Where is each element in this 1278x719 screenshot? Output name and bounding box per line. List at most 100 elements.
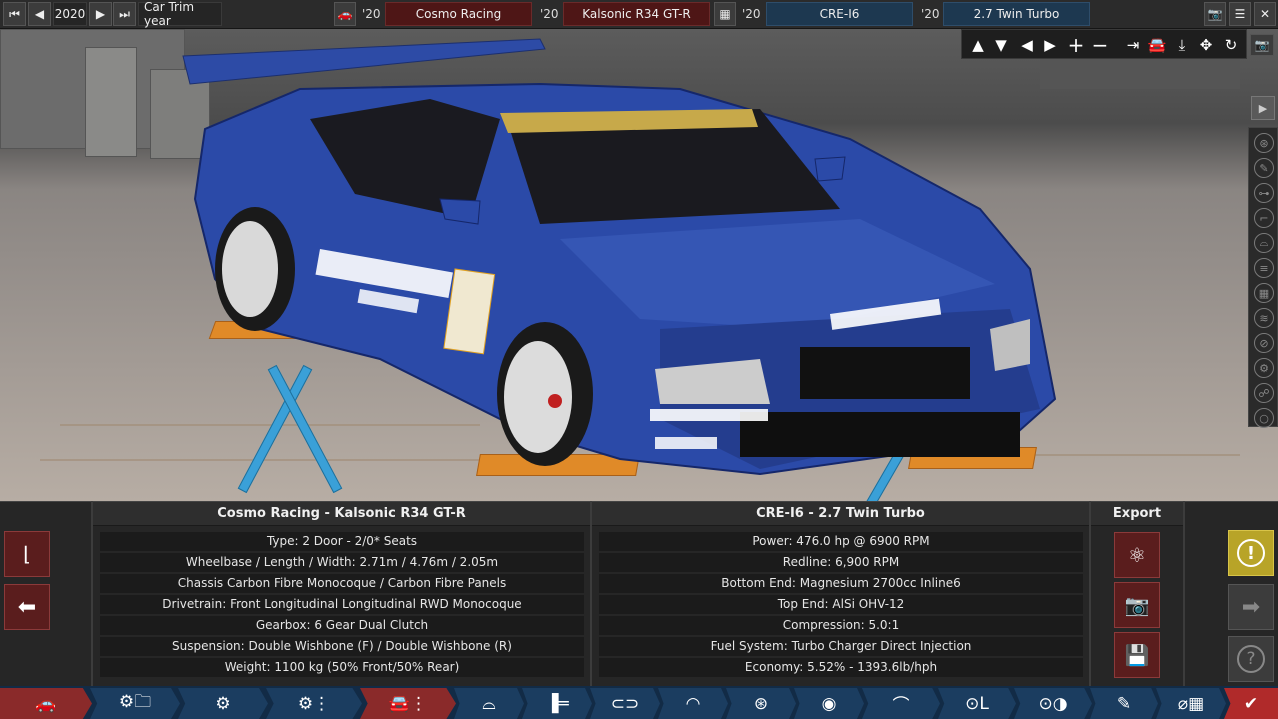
back-button[interactable]: ⬅ bbox=[4, 584, 50, 630]
arrow-down-icon[interactable]: ▼ bbox=[990, 34, 1012, 56]
year-prev-button[interactable]: ◀ bbox=[28, 2, 51, 26]
tab-engine-model[interactable]: ⚙ bbox=[178, 688, 268, 719]
tab-testing[interactable]: ⌀▦ bbox=[1156, 688, 1226, 719]
zoom-in-icon[interactable]: + bbox=[1065, 33, 1087, 57]
exhaust-icon[interactable]: ≋ bbox=[1254, 308, 1274, 328]
help-button[interactable]: ? bbox=[1228, 636, 1274, 682]
model-name-text: Cosmo Racing bbox=[415, 7, 502, 21]
year-first-button[interactable]: ⏮ bbox=[3, 2, 26, 26]
light-icon[interactable]: ≡ bbox=[1254, 258, 1274, 278]
paint-icon[interactable]: ✎ bbox=[1254, 158, 1274, 178]
car-view-icon[interactable]: 🚘 bbox=[1146, 34, 1168, 56]
year-next-button[interactable]: ▶ bbox=[89, 2, 112, 26]
car-summary-rows: Type: 2 Door - 2/0* Seats Wheelbase / Le… bbox=[100, 532, 584, 679]
save-button[interactable]: 💾 bbox=[1114, 632, 1160, 678]
tab-wheels[interactable]: ⊛ bbox=[726, 688, 796, 719]
close-icon: ✕ bbox=[1259, 7, 1271, 21]
tab-finish[interactable]: ✔ bbox=[1224, 688, 1278, 719]
top-bar: ⏮ ◀ 2020 ▶ ⏭ Car Trim year 🚗 '20 Cosmo R… bbox=[0, 0, 1278, 29]
share-icon: ⚛ bbox=[1128, 543, 1146, 567]
engine-family-field[interactable]: CRE-I6 bbox=[766, 2, 913, 26]
tab-safety[interactable]: ⊙◑ bbox=[1014, 688, 1092, 719]
engine-tree-icon: ⚙⋮ bbox=[297, 693, 331, 714]
screenshot-button[interactable]: 📷 bbox=[1204, 2, 1226, 26]
engine-button[interactable]: ▦ bbox=[714, 2, 736, 26]
engine-family-year: '20 bbox=[742, 7, 761, 21]
engine-summary-rows: Power: 476.0 hp @ 6900 RPM Redline: 6,90… bbox=[599, 532, 1083, 679]
model-name-field[interactable]: Cosmo Racing bbox=[385, 2, 532, 26]
gear-half-icon: ◠ bbox=[685, 693, 701, 714]
car-3d-viewport[interactable] bbox=[0, 29, 1278, 501]
axle-icon[interactable]: ⊶ bbox=[1254, 183, 1274, 203]
tab-car-model[interactable]: 🚗 bbox=[0, 688, 92, 719]
tab-aero[interactable]: ⌒ bbox=[862, 688, 940, 719]
model-car-button[interactable]: 🚗 bbox=[334, 2, 356, 26]
arrow-left-icon[interactable]: ◀ bbox=[1016, 34, 1038, 56]
car-summary-header: Cosmo Racing - Kalsonic R34 GT-R bbox=[93, 502, 590, 526]
gear-icon[interactable]: ⚙ bbox=[1254, 358, 1274, 378]
warning-icon: ! bbox=[1237, 539, 1265, 567]
checkmark-icon: ✔ bbox=[1243, 693, 1259, 714]
car-weight-row: Weight: 1100 kg (50% Front/50% Rear) bbox=[100, 658, 584, 677]
help-icon: ? bbox=[1237, 645, 1265, 673]
tab-engine-placement[interactable]: ⊂⊃ bbox=[590, 688, 660, 719]
engine-variant-field[interactable]: 2.7 Twin Turbo bbox=[943, 2, 1090, 26]
tab-car-project[interactable]: ⚙🗀 bbox=[90, 688, 180, 719]
trim-name-field[interactable]: Kalsonic R34 GT-R bbox=[563, 2, 710, 26]
year-value: 2020 bbox=[54, 7, 86, 21]
seat-wheel-icon: ⊙L bbox=[965, 693, 989, 714]
menu-button[interactable]: ☰ bbox=[1229, 2, 1251, 26]
tab-summary[interactable]: 🚘⋮ bbox=[360, 688, 456, 719]
rim-front bbox=[504, 341, 572, 453]
tab-chassis[interactable]: ▐═ bbox=[522, 688, 592, 719]
rotate-icon[interactable]: ↻ bbox=[1220, 34, 1242, 56]
divider bbox=[91, 501, 93, 686]
skip-forward-icon: ⏭ bbox=[119, 7, 130, 21]
zoom-out-icon[interactable]: − bbox=[1089, 33, 1111, 57]
wheel-icon[interactable]: ⊛ bbox=[1254, 133, 1274, 153]
share-button[interactable]: ⚛ bbox=[1114, 532, 1160, 578]
tab-interior[interactable]: ⊙L bbox=[938, 688, 1016, 719]
car-icon: 🚗 bbox=[35, 693, 57, 714]
tab-fuel[interactable]: ✎ bbox=[1090, 688, 1158, 719]
seat-icon[interactable]: ⌐ bbox=[1254, 208, 1274, 228]
expand-panel-button[interactable]: ▶ bbox=[1251, 96, 1275, 120]
car-suspension-row: Suspension: Double Wishbone (F) / Double… bbox=[100, 637, 584, 656]
model-year: '20 bbox=[362, 7, 381, 21]
warning-button[interactable]: ! bbox=[1228, 530, 1274, 576]
no-entry-icon[interactable]: ⊘ bbox=[1254, 333, 1274, 353]
chart-button[interactable]: ⌊ bbox=[4, 531, 50, 577]
body-icon[interactable]: ⌓ bbox=[1254, 233, 1274, 253]
tab-gearbox[interactable]: ◠ bbox=[658, 688, 728, 719]
next-button[interactable]: ➡ bbox=[1228, 584, 1274, 630]
tab-body[interactable]: ⌓ bbox=[454, 688, 524, 719]
car-info-icon: 🚘⋮ bbox=[388, 693, 428, 714]
person-icon[interactable]: ☍ bbox=[1254, 383, 1274, 403]
car-icon: 🚗 bbox=[337, 7, 353, 21]
year-last-button[interactable]: ⏭ bbox=[113, 2, 136, 26]
engine-variant-year: '20 bbox=[921, 7, 940, 21]
screenshot-export-button[interactable]: 📷 bbox=[1114, 582, 1160, 628]
grille-icon[interactable]: ▦ bbox=[1254, 283, 1274, 303]
engine-economy-row: Economy: 5.52% - 1393.6lb/hph bbox=[599, 658, 1083, 677]
engine-redline-row: Redline: 6,900 RPM bbox=[599, 553, 1083, 572]
circle-icon[interactable]: ○ bbox=[1254, 408, 1274, 428]
project-folder-icon: ⚙🗀 bbox=[118, 692, 152, 712]
divider bbox=[590, 501, 592, 686]
arrow-up-icon[interactable]: ▲ bbox=[967, 34, 989, 56]
move-icon[interactable]: ✥ bbox=[1195, 34, 1217, 56]
arrow-right-icon: ➡ bbox=[1241, 594, 1261, 620]
export-header: Export bbox=[1091, 502, 1183, 526]
photo-mode-button[interactable]: 📷 bbox=[1250, 34, 1274, 56]
tab-brakes[interactable]: ◉ bbox=[794, 688, 864, 719]
year-mode-label[interactable]: Car Trim year bbox=[138, 0, 222, 28]
divider bbox=[1089, 501, 1091, 686]
close-button[interactable]: ✕ bbox=[1254, 2, 1276, 26]
livery-decal bbox=[650, 409, 768, 421]
snap-right-icon[interactable]: ⇥ bbox=[1122, 34, 1144, 56]
year-field[interactable]: 2020 bbox=[53, 2, 87, 26]
tab-engine-variant[interactable]: ⚙⋮ bbox=[266, 688, 362, 719]
divider bbox=[1183, 501, 1185, 686]
arrow-right-icon[interactable]: ▶ bbox=[1039, 34, 1061, 56]
lower-icon[interactable]: ⤓ bbox=[1171, 34, 1193, 56]
